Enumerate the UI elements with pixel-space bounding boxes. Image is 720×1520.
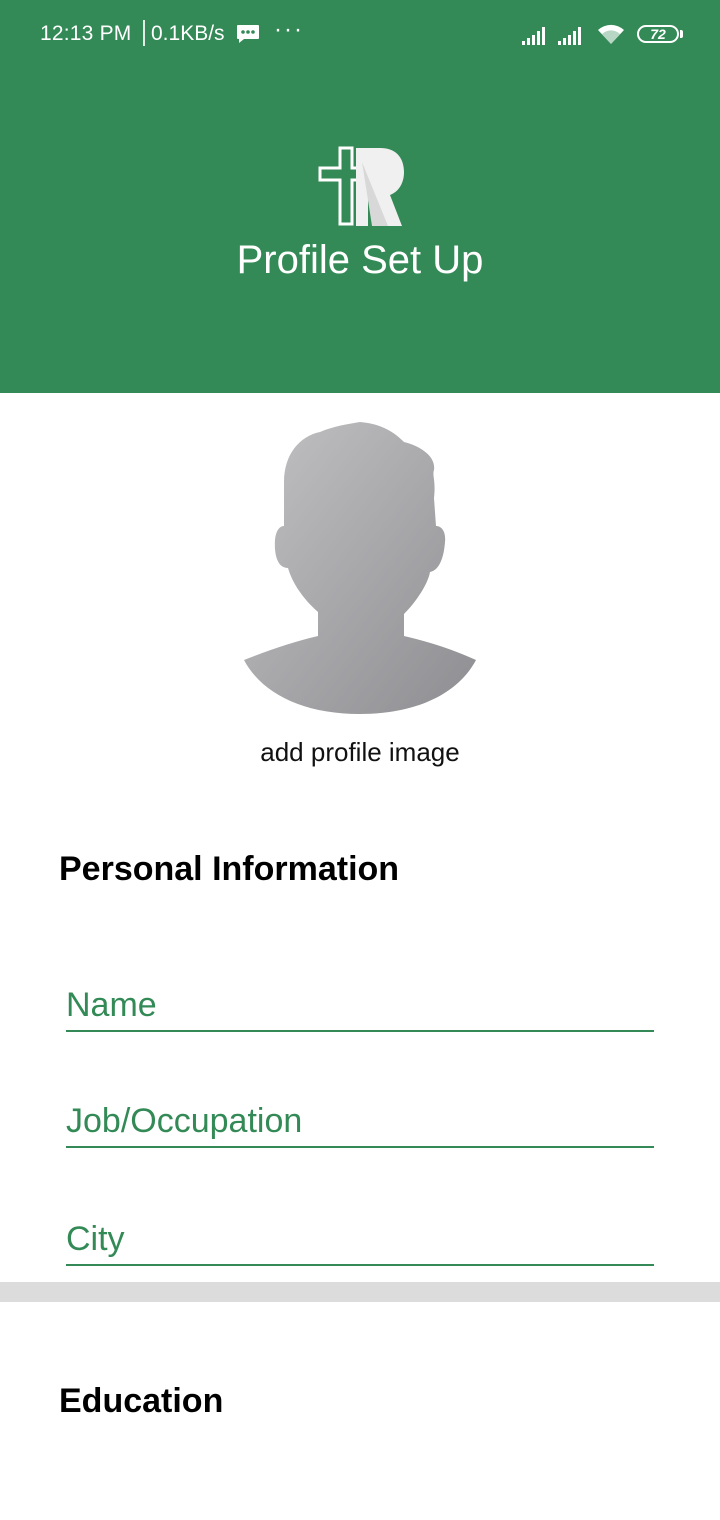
signal-icon xyxy=(522,26,550,51)
page-title: Profile Set Up xyxy=(236,238,484,282)
status-bar: 12:13 PM 0.1KB/s ··· 72 xyxy=(0,0,720,70)
education-heading: Education xyxy=(59,1382,224,1420)
message-icon xyxy=(236,24,260,49)
more-notifications-icon: ··· xyxy=(274,16,304,43)
signal-icon-2 xyxy=(558,26,586,51)
battery-icon: 72 xyxy=(637,25,679,43)
city-field[interactable] xyxy=(66,1214,654,1266)
header: 12:13 PM 0.1KB/s ··· 72 Profile Set Up xyxy=(0,0,720,393)
status-separator xyxy=(143,20,145,46)
battery-tip xyxy=(680,30,683,38)
personal-information-heading: Personal Information xyxy=(59,850,400,888)
name-field[interactable] xyxy=(66,980,654,1032)
section-divider xyxy=(0,1282,720,1302)
wifi-icon xyxy=(596,23,626,50)
avatar-placeholder-icon[interactable] xyxy=(244,422,476,714)
job-occupation-field[interactable] xyxy=(66,1096,654,1148)
add-profile-image-label[interactable]: add profile image xyxy=(0,737,720,768)
status-time: 12:13 PM xyxy=(40,22,132,45)
status-net-speed: 0.1KB/s xyxy=(151,22,225,45)
app-logo-icon xyxy=(302,132,420,242)
